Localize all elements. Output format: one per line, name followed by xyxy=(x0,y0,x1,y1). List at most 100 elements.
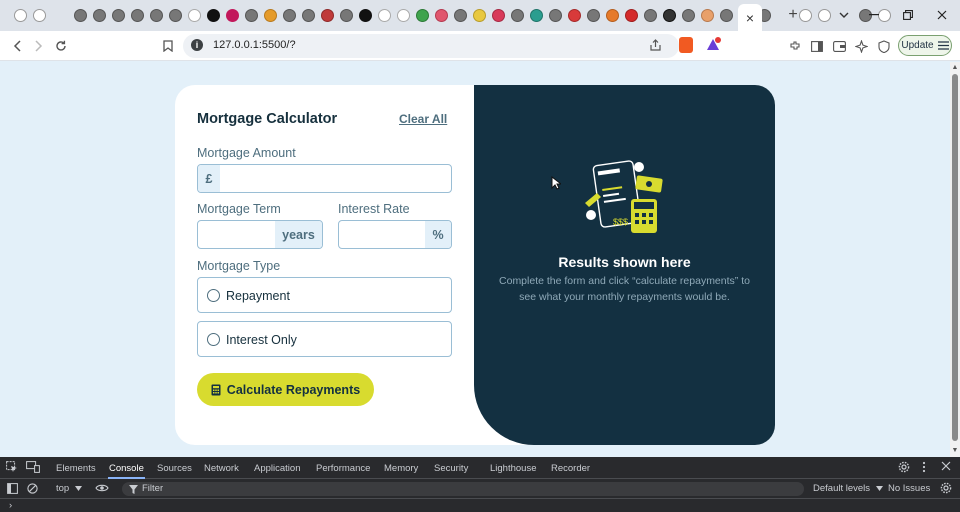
settings-gear-icon[interactable] xyxy=(898,461,910,476)
tab-favicon[interactable] xyxy=(818,9,831,22)
tab-favicon[interactable] xyxy=(74,9,87,22)
tab-favicon[interactable] xyxy=(682,9,695,22)
forward-icon[interactable] xyxy=(30,37,48,55)
bookmark-icon[interactable] xyxy=(159,37,177,55)
brave-shields-icon[interactable] xyxy=(679,37,693,53)
tab-favicon[interactable] xyxy=(112,9,125,22)
console-prompt[interactable]: › xyxy=(9,500,12,511)
close-devtools-icon[interactable] xyxy=(941,461,951,474)
vpn-shield-icon[interactable] xyxy=(875,37,893,55)
tab-favicon[interactable] xyxy=(359,9,372,22)
issues-count[interactable]: No Issues xyxy=(888,483,930,494)
active-tab[interactable]: × xyxy=(738,4,762,31)
radio-circle[interactable] xyxy=(207,289,220,302)
tab-favicon[interactable] xyxy=(340,9,353,22)
new-tab-button[interactable]: + xyxy=(784,6,802,24)
console-filter-input[interactable]: Filter xyxy=(122,482,804,496)
tab-favicon[interactable] xyxy=(568,9,581,22)
restore-icon[interactable] xyxy=(898,6,918,24)
scroll-down-icon[interactable]: ▼ xyxy=(951,447,959,455)
devtools-tab[interactable]: Elements xyxy=(56,463,96,474)
tab-favicon[interactable] xyxy=(397,9,410,22)
log-levels-dropdown[interactable]: Default levels xyxy=(813,483,883,494)
devtools-tab[interactable]: Application xyxy=(254,463,300,474)
radio-circle[interactable] xyxy=(207,333,220,346)
inspect-element-icon[interactable] xyxy=(6,461,18,476)
term-field[interactable]: years xyxy=(197,220,323,249)
tab-favicon[interactable] xyxy=(530,9,543,22)
reload-icon[interactable] xyxy=(52,37,70,55)
tab-favicon[interactable] xyxy=(283,9,296,22)
tab-favicon[interactable] xyxy=(169,9,182,22)
console-sidebar-icon[interactable] xyxy=(7,483,18,497)
radio-repayment[interactable]: Repayment xyxy=(197,277,452,313)
tab-favicon[interactable] xyxy=(416,9,429,22)
tab-favicon[interactable] xyxy=(701,9,714,22)
tab-favicon[interactable] xyxy=(188,9,201,22)
context-selector[interactable]: top xyxy=(56,483,82,494)
update-button[interactable]: Update xyxy=(898,35,952,56)
amount-field[interactable]: £ xyxy=(197,164,452,193)
device-toolbar-icon[interactable] xyxy=(26,461,40,476)
share-icon[interactable] xyxy=(649,39,662,57)
tab-favicon[interactable] xyxy=(226,9,239,22)
tab-favicon[interactable] xyxy=(207,9,220,22)
close-tab-icon[interactable]: × xyxy=(746,10,754,26)
log-levels-label: Default levels xyxy=(813,483,871,494)
tab-favicon[interactable] xyxy=(245,9,258,22)
scroll-thumb[interactable] xyxy=(952,74,958,441)
wallet-icon[interactable] xyxy=(830,37,848,55)
page-scrollbar[interactable]: ▲ ▼ xyxy=(950,62,960,457)
devtools-tab[interactable]: Performance xyxy=(316,463,370,474)
sidebar-icon[interactable] xyxy=(808,37,826,55)
tab-favicon[interactable] xyxy=(492,9,505,22)
tab-favicon[interactable] xyxy=(606,9,619,22)
scroll-up-icon[interactable]: ▲ xyxy=(951,64,959,72)
tab-favicon[interactable] xyxy=(625,9,638,22)
clear-all-link[interactable]: Clear All xyxy=(399,112,447,126)
tab-favicon[interactable] xyxy=(720,9,733,22)
devtools-tab[interactable]: Network xyxy=(204,463,239,474)
address-bar[interactable]: i 127.0.0.1:5500/? xyxy=(183,34,679,58)
devtools-tab[interactable]: Security xyxy=(434,463,468,474)
calculate-button[interactable]: Calculate Repayments xyxy=(197,373,374,406)
radio-interest-only[interactable]: Interest Only xyxy=(197,321,452,357)
tab-favicon[interactable] xyxy=(131,9,144,22)
tab-favicon[interactable] xyxy=(435,9,448,22)
devtools-tab[interactable]: Memory xyxy=(384,463,418,474)
devtools-tab-active[interactable]: Console xyxy=(109,463,144,474)
leo-ai-icon[interactable] xyxy=(852,37,870,55)
tab-favicon[interactable] xyxy=(587,9,600,22)
brave-rewards-icon[interactable] xyxy=(705,37,721,53)
tab-favicon[interactable] xyxy=(33,9,46,22)
tab-favicon[interactable] xyxy=(150,9,163,22)
tab-favicon[interactable] xyxy=(14,9,27,22)
tab-favicon[interactable] xyxy=(454,9,467,22)
tab-favicon[interactable] xyxy=(511,9,524,22)
close-window-icon[interactable] xyxy=(932,6,952,24)
extensions-icon[interactable] xyxy=(786,37,804,55)
devtools-tab[interactable]: Recorder xyxy=(551,463,590,474)
tab-favicon[interactable] xyxy=(321,9,334,22)
tab-favicon[interactable] xyxy=(644,9,657,22)
tab-favicon[interactable] xyxy=(663,9,676,22)
tab-favicon[interactable] xyxy=(264,9,277,22)
rate-field[interactable]: % xyxy=(338,220,452,249)
devtools-tab[interactable]: Lighthouse xyxy=(490,463,536,474)
back-icon[interactable] xyxy=(8,37,26,55)
tab-favicon[interactable] xyxy=(549,9,562,22)
devtools-tab[interactable]: Sources xyxy=(157,463,192,474)
tab-favicon[interactable] xyxy=(93,9,106,22)
mortgage-form: Mortgage Calculator Clear All Mortgage A… xyxy=(197,85,453,445)
rate-label: Interest Rate xyxy=(338,202,410,216)
clear-console-icon[interactable] xyxy=(27,483,38,497)
tab-favicon[interactable] xyxy=(302,9,315,22)
live-expression-eye-icon[interactable] xyxy=(95,482,109,497)
minimize-icon[interactable] xyxy=(864,6,884,24)
tab-favicon[interactable] xyxy=(473,9,486,22)
site-info-icon[interactable]: i xyxy=(191,39,203,51)
tab-favicon[interactable] xyxy=(378,9,391,22)
more-options-icon[interactable] xyxy=(922,461,926,476)
console-settings-icon[interactable] xyxy=(940,482,952,497)
tab-search-icon[interactable] xyxy=(834,6,854,24)
